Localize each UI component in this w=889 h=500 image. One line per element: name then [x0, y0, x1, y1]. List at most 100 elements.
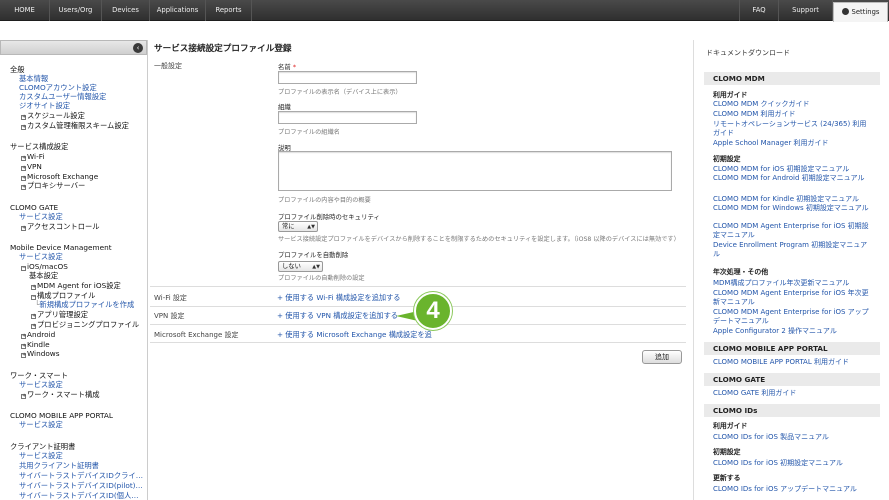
sidebar-item-cybertrust-pilot[interactable]: サイバートラストデバイスID(pilot)…: [19, 481, 143, 491]
autodelete-field-label: プロファイルを自動削除: [278, 251, 349, 259]
sidebar-item-cybertrust-personal[interactable]: サイバートラストデバイスID(個人…: [19, 491, 139, 500]
sidebar-item-new-profile[interactable]: └新規構成プロファイルを作成: [35, 300, 134, 310]
nav-reports[interactable]: Reports: [206, 0, 252, 21]
sidebar-item-label: Android: [27, 330, 56, 339]
doc-link[interactable]: CLOMO IDs for iOS 製品マニュアル: [713, 433, 873, 442]
nav-devices[interactable]: Devices: [102, 0, 150, 21]
expand-icon[interactable]: +: [21, 334, 26, 339]
doc-link[interactable]: CLOMO MDM Agent Enterprise for iOS 初期設定マ…: [713, 222, 873, 239]
doc-link[interactable]: CLOMO MDM Agent Enterprise for iOS アップデー…: [713, 308, 873, 325]
name-hint: プロファイルの表示名（デバイス上に表示）: [278, 89, 402, 96]
doc-link[interactable]: CLOMO MDM Agent Enterprise for iOS 年次更新マ…: [713, 289, 873, 306]
sidebar-item-label: ワーク・スマート構成: [27, 390, 100, 399]
vpn-settings-label: VPN 設定: [154, 312, 185, 320]
collapse-icon[interactable]: −: [21, 266, 26, 271]
doc-link[interactable]: MDM構成プロファイル年次更新マニュアル: [713, 279, 873, 288]
sidebar-item-mdm-service[interactable]: サービス設定: [19, 252, 63, 262]
nav-settings[interactable]: Settings: [833, 2, 888, 22]
description-textarea[interactable]: [278, 151, 672, 191]
divider: [150, 342, 686, 343]
doc-link[interactable]: Device Enrollment Program 初期設定マニュアル: [713, 241, 873, 258]
sidebar-item-android[interactable]: +Android: [21, 330, 55, 339]
expand-icon[interactable]: +: [31, 324, 36, 329]
sidebar-item-ws-service[interactable]: サービス設定: [19, 380, 63, 390]
sidebar-item-cert-service[interactable]: サービス設定: [19, 451, 63, 461]
chevron-left-icon[interactable]: ‹: [133, 43, 143, 53]
sidebar-item-app-management[interactable]: +アプリ管理設定: [31, 310, 88, 320]
sidebar-item-ws-config[interactable]: +ワーク・スマート構成: [21, 390, 100, 400]
sidebar-item-label: プロキシサーバー: [27, 181, 86, 190]
expand-icon[interactable]: +: [21, 166, 26, 171]
name-label-text: 名前: [278, 63, 291, 71]
expand-icon[interactable]: +: [31, 314, 36, 319]
sidebar-item-vpn[interactable]: +VPN: [21, 162, 42, 171]
security-select[interactable]: 常に ▲▼: [278, 221, 318, 232]
nav-applications[interactable]: Applications: [150, 0, 206, 21]
doc-link[interactable]: CLOMO MDM クイックガイド: [713, 100, 873, 109]
sidebar-item-ios-macos[interactable]: −iOS/macOS: [21, 262, 68, 271]
nav-faq[interactable]: FAQ: [739, 0, 779, 21]
doc-link[interactable]: Apple Configurator 2 操作マニュアル: [713, 327, 873, 336]
wifi-settings-label: Wi-Fi 設定: [154, 294, 187, 302]
security-select-value: 常に: [282, 223, 295, 230]
sidebar-item-schedule[interactable]: +スケジュール設定: [21, 111, 85, 121]
expand-icon[interactable]: +: [21, 185, 26, 190]
sidebar-item-windows[interactable]: +Windows: [21, 349, 60, 358]
add-button[interactable]: 追加: [642, 350, 682, 364]
sidebar-item-cybertrust-client[interactable]: サイバートラストデバイスIDクライ…: [19, 471, 143, 481]
subheading-ids-init: 初期設定: [713, 448, 741, 456]
add-wifi-link[interactable]: + 使用する Wi-Fi 構成設定を追加する: [277, 293, 400, 303]
expand-icon[interactable]: +: [21, 156, 26, 161]
doc-link[interactable]: リモートオペレーションサービス (24/365) 利用ガイド: [713, 120, 873, 137]
sidebar-item-wifi[interactable]: +Wi-Fi: [21, 152, 44, 161]
sidebar-item-label: Microsoft Exchange: [27, 172, 99, 181]
sidebar-item-geosite[interactable]: ジオサイト設定: [19, 101, 70, 111]
add-exchange-link[interactable]: + 使用する Microsoft Exchange 構成設定を追: [277, 330, 432, 340]
doc-link[interactable]: CLOMO MDM for iOS 初期設定マニュアル: [713, 165, 873, 174]
sidebar-item-access-control[interactable]: +アクセスコントロール: [21, 222, 100, 232]
doc-link[interactable]: Apple School Manager 利用ガイド: [713, 139, 873, 148]
sidebar-item-kindle[interactable]: +Kindle: [21, 340, 50, 349]
sidebar-item-portal-service[interactable]: サービス設定: [19, 420, 63, 430]
sidebar-item-provisioning[interactable]: +プロビジョニングプロファイル: [31, 320, 139, 330]
expand-icon[interactable]: +: [21, 115, 26, 120]
autodelete-select[interactable]: しない ▲▼: [278, 261, 323, 272]
add-vpn-link[interactable]: + 使用する VPN 構成設定を追加する: [277, 311, 398, 321]
select-arrows-icon: ▲▼: [307, 224, 315, 230]
nav-support[interactable]: Support: [779, 0, 833, 21]
sidebar-item-exchange[interactable]: +Microsoft Exchange: [21, 172, 98, 181]
sidebar-item-label: プロビジョニングプロファイル: [37, 320, 140, 329]
nav-home[interactable]: HOME: [0, 0, 50, 21]
nav-users-org[interactable]: Users/Org: [50, 0, 102, 21]
sidebar-item-proxy[interactable]: +プロキシサーバー: [21, 181, 85, 191]
expand-icon[interactable]: +: [21, 394, 26, 399]
expand-icon[interactable]: +: [31, 285, 36, 290]
sidebar-item-mdm-agent[interactable]: +MDM Agent for iOS設定: [31, 281, 121, 291]
expand-icon[interactable]: +: [21, 226, 26, 231]
doc-link[interactable]: CLOMO MDM for Windows 初期設定マニュアル: [713, 204, 873, 213]
doc-link[interactable]: CLOMO IDs for iOS アップデートマニュアル: [713, 485, 873, 494]
doc-link[interactable]: CLOMO GATE 利用ガイド: [713, 389, 873, 398]
doc-link[interactable]: CLOMO MOBILE APP PORTAL 利用ガイド: [713, 358, 873, 367]
expand-icon[interactable]: +: [21, 125, 26, 130]
doc-link[interactable]: CLOMO MDM for Android 初期設定マニュアル: [713, 174, 873, 183]
organization-input[interactable]: [278, 111, 417, 124]
exchange-settings-label: Microsoft Exchange 設定: [154, 331, 239, 339]
autodelete-hint: プロファイルの自動削除の設定: [278, 275, 365, 282]
sidebar: ‹ 全般 基本情報 CLOMOアカウント設定 カスタムユーザー情報設定 ジオサイ…: [0, 40, 148, 500]
sidebar-item-gate-service[interactable]: サービス設定: [19, 212, 63, 222]
expand-icon[interactable]: +: [21, 353, 26, 358]
doc-link[interactable]: CLOMO MDM 利用ガイド: [713, 110, 873, 119]
sidebar-header: ‹: [0, 40, 147, 55]
document-download-panel: ドキュメントダウンロード CLOMO MDM 利用ガイド CLOMO MDM ク…: [693, 40, 889, 500]
sidebar-item-basic-settings[interactable]: 基本設定: [29, 271, 58, 281]
gear-icon: [841, 8, 849, 15]
sidebar-item-label: 構成プロファイル: [37, 291, 96, 300]
sidebar-item-custom-permission[interactable]: +カスタム管理権限スキーム設定: [21, 121, 129, 131]
sidebar-item-shared-cert[interactable]: 共用クライアント証明書: [19, 461, 99, 471]
doc-link[interactable]: CLOMO MDM for Kindle 初期設定マニュアル: [713, 195, 873, 204]
doc-link[interactable]: CLOMO IDs for iOS 初期設定マニュアル: [713, 459, 873, 468]
main-content: サービス接続設定プロファイル登録 一般設定 名前 * プロファイルの表示名（デバ…: [150, 40, 690, 500]
subheading-ids-guide: 利用ガイド: [713, 422, 748, 430]
name-input[interactable]: [278, 71, 417, 84]
